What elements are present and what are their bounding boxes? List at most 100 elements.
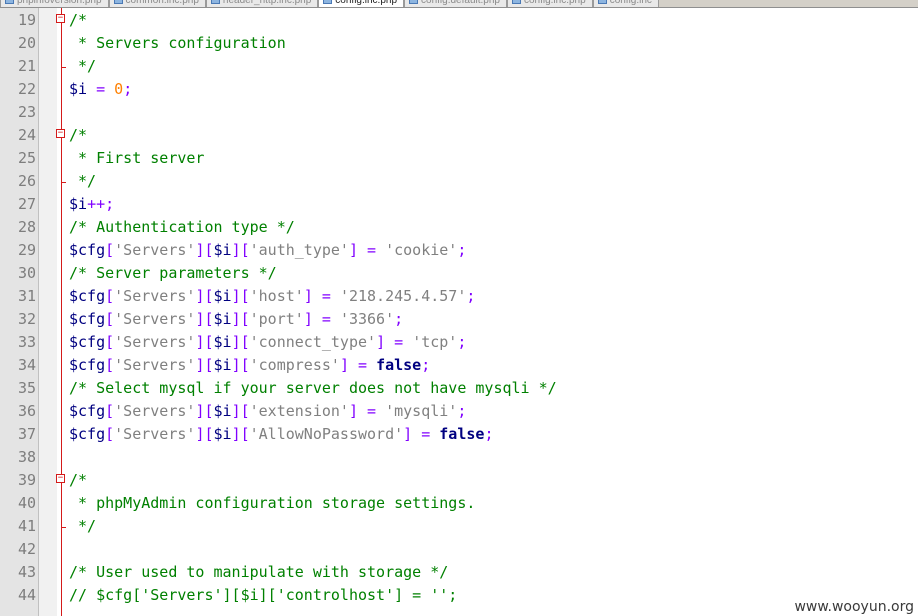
code-token: 'Servers' <box>114 402 196 420</box>
line-number: 38 <box>17 448 36 466</box>
code-token: 'Servers' <box>114 425 196 443</box>
code-text: $cfg['Servers'][$i]['compress'] = false; <box>69 354 430 377</box>
file-tab-label: config.default.php <box>421 0 500 6</box>
file-tab-label: config.inc.php <box>523 0 586 6</box>
file-tab[interactable]: phpinfoversion.php <box>0 0 109 7</box>
file-tab-label: config.inc <box>609 0 652 6</box>
code-token: */ <box>69 57 97 75</box>
code-token: $i <box>69 195 88 213</box>
code-line: 31 $cfg['Servers'][$i]['host'] = '218.245… <box>0 285 918 308</box>
code-text: /* Authentication type */ <box>69 216 295 239</box>
file-tab[interactable]: header_http.inc.php <box>205 0 319 7</box>
code-token: ][ <box>231 425 250 443</box>
line-number: 28 <box>17 218 36 236</box>
fold-toggle-icon[interactable]: − <box>56 14 65 23</box>
code-text: $cfg['Servers'][$i]['connect_type'] = 't… <box>69 331 466 354</box>
code-token: $i <box>213 333 232 351</box>
code-token: ][ <box>195 241 214 259</box>
code-line: 33 $cfg['Servers'][$i]['connect_type'] = … <box>0 331 918 354</box>
code-text: /* <box>69 469 87 492</box>
code-token: $i <box>213 356 232 374</box>
code-token: ; <box>484 425 494 443</box>
watermark: www.wooyun.org <box>794 599 914 615</box>
code-token: [ <box>105 356 115 374</box>
code-token: ][ <box>231 356 250 374</box>
file-icon <box>5 0 14 5</box>
code-token: 'mysqli' <box>385 402 458 420</box>
code-token: $i <box>213 402 232 420</box>
file-icon <box>210 0 220 5</box>
fold-end-marker <box>61 55 66 68</box>
line-number: 20 <box>17 34 36 52</box>
code-token: 'Servers' <box>114 287 196 305</box>
file-icon <box>323 0 333 5</box>
file-icon <box>597 0 607 5</box>
code-token: ][ <box>195 402 214 420</box>
code-line: 23 <box>0 101 918 124</box>
code-line: 32 $cfg['Servers'][$i]['port'] = '3366'; <box>0 308 918 331</box>
code-text: $cfg['Servers'][$i]['port'] = '3366'; <box>69 308 403 331</box>
code-line: 25 * First server <box>0 147 918 170</box>
code-token: ][ <box>195 287 214 305</box>
code-token: ][ <box>195 310 214 328</box>
code-token: 'AllowNoPassword' <box>249 425 404 443</box>
line-number: 41 <box>17 517 36 535</box>
file-tab[interactable]: config.inc.php <box>318 0 405 7</box>
code-token: 'compress' <box>249 356 340 374</box>
code-text: /* User used to manipulate with storage … <box>69 561 448 584</box>
code-text: $cfg['Servers'][$i]['AllowNoPassword'] =… <box>69 423 493 446</box>
code-token: [ <box>105 402 115 420</box>
code-token: /* Authentication type */ <box>69 218 295 236</box>
code-token: /* <box>69 471 88 489</box>
line-number: 39 <box>17 471 36 489</box>
code-line: 38 <box>0 446 918 469</box>
code-token: 'connect_type' <box>249 333 377 351</box>
fold-toggle-icon[interactable]: − <box>56 474 65 483</box>
code-text: */ <box>69 55 96 78</box>
code-text: // $cfg['Servers'][$i]['controlhost'] = … <box>69 584 457 607</box>
code-line: 34 $cfg['Servers'][$i]['compress'] = fals… <box>0 354 918 377</box>
code-token: ; <box>394 310 404 328</box>
fold-toggle-icon[interactable]: − <box>56 129 65 138</box>
code-token: ] = <box>303 287 340 305</box>
code-token: /* Server parameters */ <box>69 264 277 282</box>
code-token: ] = <box>376 333 413 351</box>
file-tab-label: header_http.inc.php <box>222 0 312 6</box>
line-number: 24 <box>17 126 36 144</box>
file-tab[interactable]: config.inc.php <box>506 0 593 7</box>
line-number: 35 <box>17 379 36 397</box>
code-token: ] = <box>303 310 340 328</box>
file-tab-label: config.inc.php <box>335 0 398 6</box>
file-tab-bar: phpinfoversion.php common.inc.php header_h… <box>0 0 918 8</box>
code-line: 27 $i++; <box>0 193 918 216</box>
code-token: 'tcp' <box>412 333 458 351</box>
code-token: ] = <box>348 241 386 259</box>
line-number: 42 <box>17 540 36 558</box>
code-token: ][ <box>231 287 250 305</box>
file-tab[interactable]: common.inc.php <box>108 0 206 7</box>
file-icon <box>511 0 521 5</box>
line-number: 36 <box>17 402 36 420</box>
fold-end-marker <box>61 515 66 528</box>
line-number: 33 <box>17 333 36 351</box>
code-token: false <box>376 356 422 374</box>
line-number: 40 <box>17 494 36 512</box>
code-text: $cfg['Servers'][$i]['auth_type'] = 'cook… <box>69 239 466 262</box>
line-number: 44 <box>17 586 36 604</box>
code-token: [ <box>105 425 115 443</box>
code-token: '3366' <box>339 310 395 328</box>
code-text: $cfg['Servers'][$i]['extension'] = 'mysq… <box>69 400 466 423</box>
code-line: 44 // $cfg['Servers'][$i]['controlhost'] … <box>0 584 918 607</box>
code-text: /* Server parameters */ <box>69 262 277 285</box>
code-token: $i <box>213 310 232 328</box>
file-tab[interactable]: config.default.php <box>404 0 507 7</box>
file-tab[interactable]: config.inc <box>592 0 659 7</box>
file-icon <box>409 0 419 5</box>
code-token: 'Servers' <box>114 356 196 374</box>
code-token: $i <box>213 241 232 259</box>
code-token: ][ <box>195 356 214 374</box>
line-number: 22 <box>17 80 36 98</box>
code-token: $cfg <box>69 310 106 328</box>
code-token: ++; <box>87 195 115 213</box>
line-number: 37 <box>17 425 36 443</box>
